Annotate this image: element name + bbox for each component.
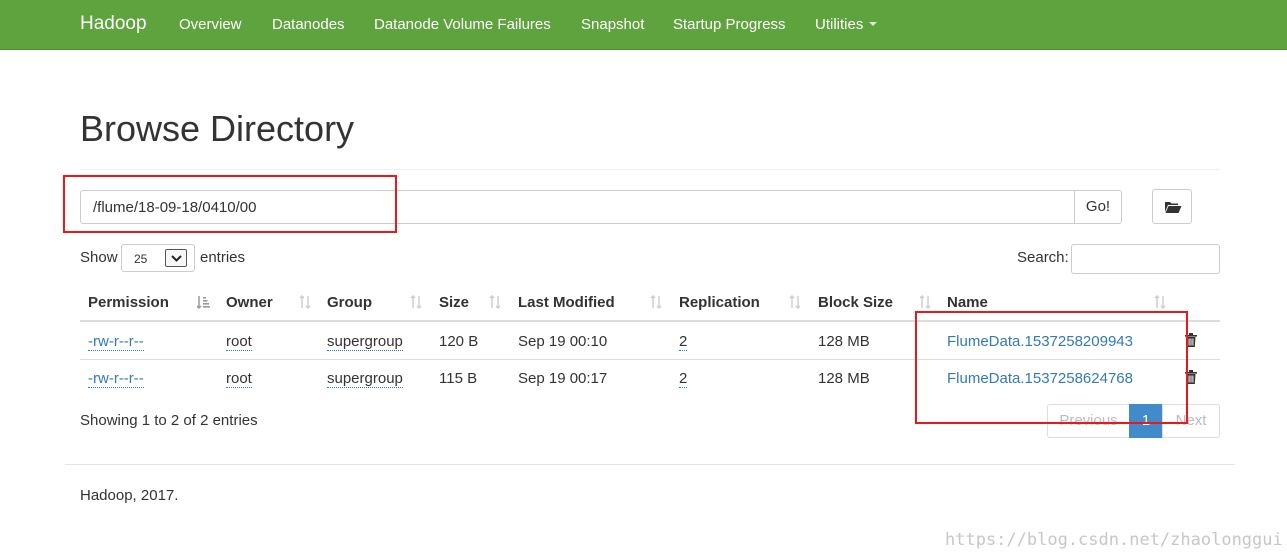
column-header-replication[interactable]: Replication [679, 294, 760, 311]
navbar-brand[interactable]: Hadoop [80, 13, 147, 35]
caret-down-icon [869, 22, 878, 26]
chevron-down-icon [171, 255, 182, 262]
watermark: https://blog.csdn.net/zhaolonggui [945, 530, 1283, 550]
cell-last-modified: Sep 19 00:10 [518, 333, 608, 350]
browse-folder-button[interactable] [1152, 189, 1192, 224]
cell-last-modified: Sep 19 00:17 [518, 370, 608, 387]
group-value: supergroup [327, 370, 403, 388]
column-header-block-size[interactable]: Block Size [818, 294, 893, 311]
cell-permission[interactable]: -rw-r--r-- [88, 370, 144, 388]
nav-utilities-dropdown[interactable]: Utilities [815, 16, 878, 33]
entries-label: entries [200, 249, 246, 266]
permission-value: -rw-r--r-- [88, 370, 144, 388]
show-label: Show [80, 249, 118, 266]
column-header-group[interactable]: Group [327, 294, 372, 311]
sort-both-icon[interactable] [918, 295, 932, 309]
nav-startup-progress[interactable]: Startup Progress [673, 16, 786, 33]
nav-snapshot[interactable]: Snapshot [581, 16, 644, 33]
folder-open-icon [1165, 202, 1182, 213]
go-button[interactable]: Go! [1074, 190, 1122, 224]
top-navbar: Hadoop Overview Datanodes Datanode Volum… [0, 0, 1287, 50]
annotation-box-path [63, 175, 397, 233]
column-header-name[interactable]: Name [947, 294, 988, 311]
cell-owner[interactable]: root [226, 333, 252, 351]
entries-per-page-value: 25 [134, 252, 148, 266]
search-label: Search: [1017, 249, 1069, 266]
sort-both-icon[interactable] [488, 295, 502, 309]
page-title: Browse Directory [80, 108, 355, 149]
footer-divider [65, 464, 1235, 465]
replication-value: 2 [679, 333, 688, 351]
owner-value: root [226, 370, 252, 388]
nav-utilities-label: Utilities [815, 16, 864, 33]
column-header-owner[interactable]: Owner [226, 294, 273, 311]
nav-datanode-volume-failures[interactable]: Datanode Volume Failures [374, 16, 551, 33]
cell-block-size: 128 MB [818, 333, 870, 350]
nav-overview[interactable]: Overview [179, 16, 242, 33]
sort-both-icon[interactable] [298, 295, 312, 309]
cell-owner[interactable]: root [226, 370, 252, 388]
cell-replication[interactable]: 2 [679, 370, 688, 388]
cell-replication[interactable]: 2 [679, 333, 688, 351]
sort-both-icon[interactable] [1153, 295, 1167, 309]
search-input[interactable] [1071, 244, 1220, 274]
sort-both-icon[interactable] [409, 295, 423, 309]
annotation-box-files [915, 311, 1188, 424]
column-header-last-modified[interactable]: Last Modified [518, 294, 615, 311]
title-divider [80, 169, 1220, 170]
cell-block-size: 128 MB [818, 370, 870, 387]
replication-value: 2 [679, 370, 688, 388]
entries-per-page-select[interactable]: 25 [121, 244, 195, 272]
group-value: supergroup [327, 333, 403, 351]
cell-size: 115 B [439, 370, 478, 387]
column-header-size[interactable]: Size [439, 294, 469, 311]
cell-group[interactable]: supergroup [327, 370, 403, 388]
footer-text: Hadoop, 2017. [80, 487, 179, 504]
permission-value: -rw-r--r-- [88, 333, 144, 351]
owner-value: root [226, 333, 252, 351]
cell-permission[interactable]: -rw-r--r-- [88, 333, 144, 351]
sort-both-icon[interactable] [788, 295, 802, 309]
cell-group[interactable]: supergroup [327, 333, 403, 351]
column-header-permission[interactable]: Permission [88, 294, 169, 311]
cell-size: 120 B [439, 333, 479, 350]
select-arrow [165, 249, 187, 267]
table-info: Showing 1 to 2 of 2 entries [80, 412, 258, 429]
nav-datanodes[interactable]: Datanodes [272, 16, 345, 33]
sort-ascending-icon[interactable] [196, 295, 210, 309]
sort-both-icon[interactable] [649, 295, 663, 309]
